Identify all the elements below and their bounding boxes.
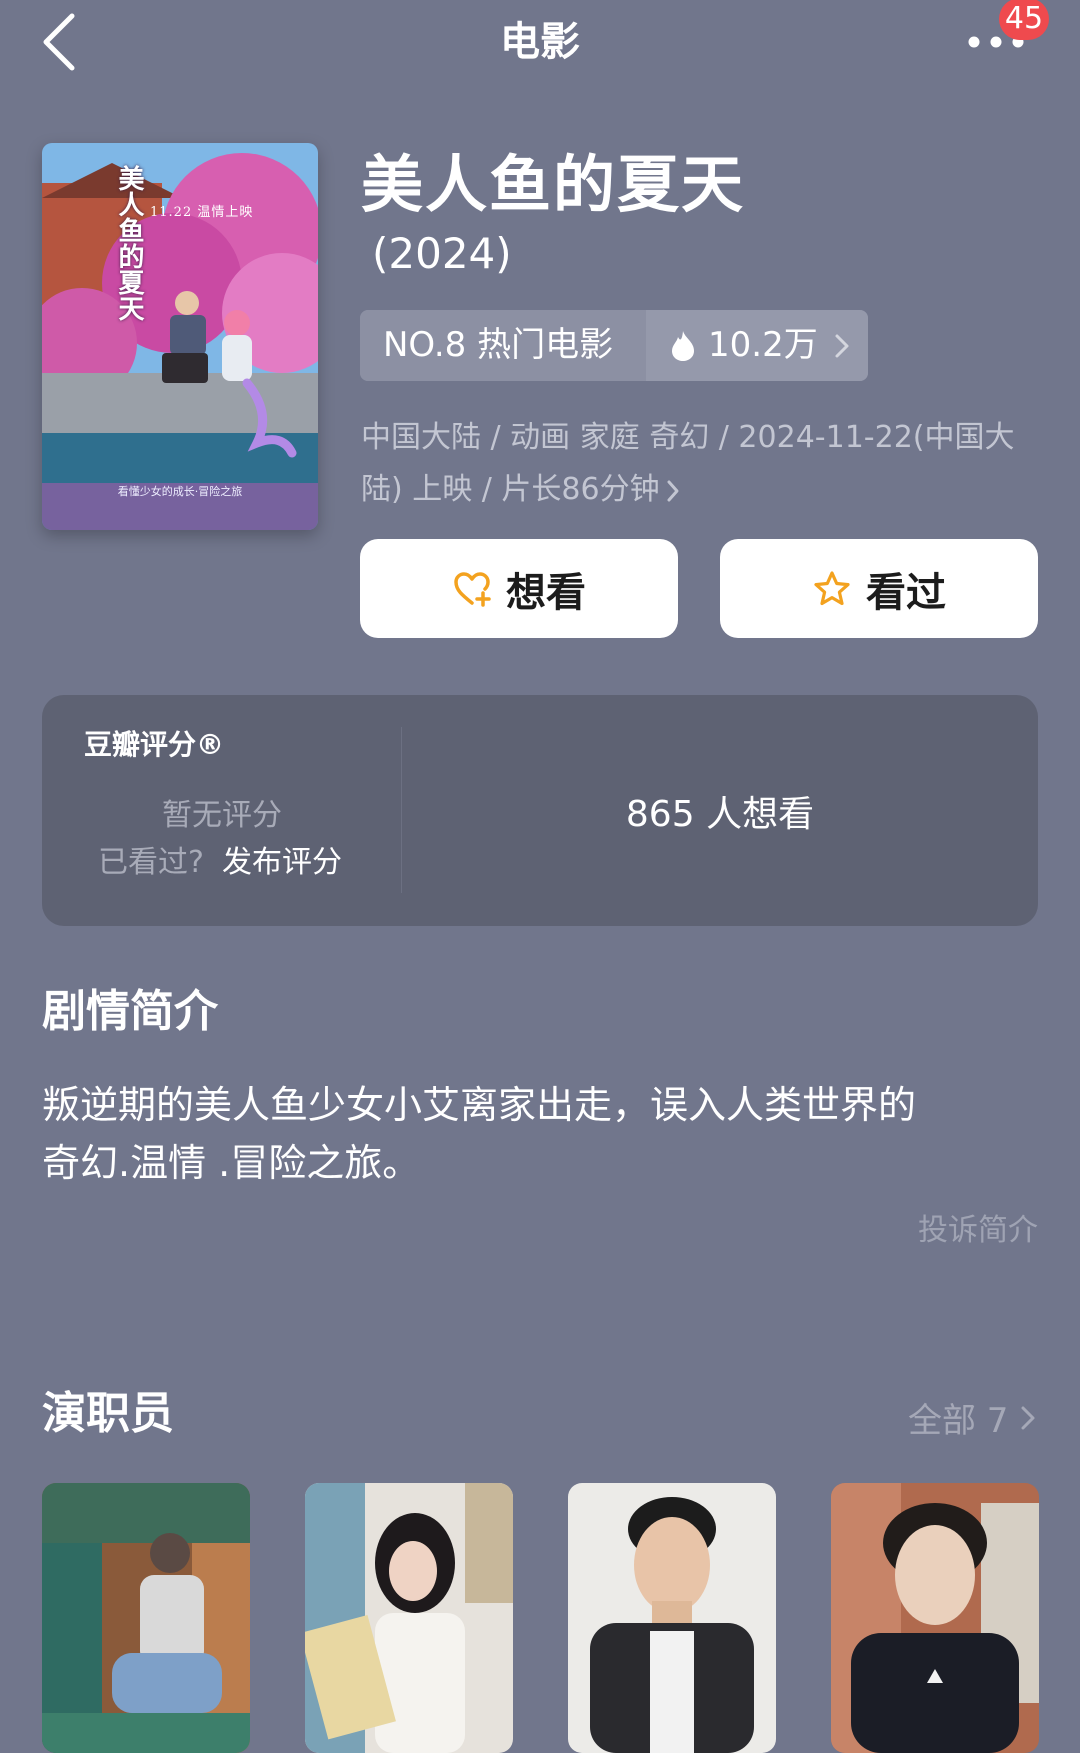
rank-label: NO.8 热门电影: [360, 310, 646, 381]
want-to-watch-button[interactable]: 想看: [360, 539, 678, 638]
chevron-right-icon: [667, 480, 679, 501]
movie-poster[interactable]: 美人鱼的夏天 11.22 温情上映 看懂少女的成长·冒险之旅: [42, 143, 318, 530]
synopsis-line-1: 叛逆期的美人鱼少女小艾离家出走，误入人类世界的: [42, 1083, 917, 1127]
watched-button[interactable]: 看过: [720, 539, 1038, 638]
star-icon: [814, 570, 850, 605]
cast-photo: [568, 1483, 776, 1753]
cast-photo: [42, 1483, 250, 1753]
fire-icon: [672, 331, 694, 361]
meta-line-2: 陆) 上映 / 片长86分钟: [361, 472, 660, 507]
watched-label: 看过: [866, 569, 946, 616]
report-synopsis-link[interactable]: 投诉简介: [900, 1205, 1038, 1249]
rating-card: 豆瓣评分® 暂无评分 已看过? 发布评分 865 人想看: [42, 695, 1038, 926]
chevron-right-icon: [1021, 1406, 1035, 1429]
cast-photo: [831, 1483, 1039, 1753]
cast-all-label: 全部 7: [908, 1401, 1009, 1441]
cast-photo: [305, 1483, 513, 1753]
cast-view-all-link[interactable]: 全部 7: [908, 1393, 1036, 1442]
heart-plus-icon: [454, 571, 491, 607]
poster-title-text: 美人鱼的夏天: [114, 165, 144, 321]
heat-indicator[interactable]: 10.2万: [646, 310, 868, 381]
meta-line-2-wrap: 陆) 上映 / 片长86分钟: [361, 464, 1041, 516]
cast-card[interactable]: [568, 1483, 776, 1753]
poster-tagline: 看懂少女的成长·冒险之旅: [117, 485, 243, 498]
no-rating-text: 暂无评分: [162, 798, 282, 833]
page-title: 电影: [500, 19, 580, 65]
chevron-right-icon: [835, 334, 849, 358]
want-to-watch-label: 想看: [506, 569, 586, 616]
heat-value: 10.2万: [708, 325, 818, 365]
meta-line-1: 中国大陆 / 动画 家庭 奇幻 / 2024-11-22(中国大: [361, 420, 1015, 455]
cast-card[interactable]: [831, 1483, 1039, 1753]
cast-title: 演职员: [42, 1388, 174, 1439]
synopsis-title: 剧情简介: [42, 986, 218, 1037]
publish-rating-link[interactable]: 发布评分: [222, 837, 342, 881]
synopsis-text: 叛逆期的美人鱼少女小艾离家出走，误入人类世界的 奇幻.温情 .冒险之旅。: [42, 1076, 1042, 1192]
cast-card[interactable]: [305, 1483, 513, 1753]
douban-rating-label: 豆瓣评分®: [84, 728, 225, 761]
movie-title: 美人鱼的夏天: [361, 148, 746, 221]
want-count: 865 人想看: [625, 794, 815, 835]
movie-year: (2024): [372, 229, 512, 278]
movie-meta[interactable]: 中国大陆 / 动画 家庭 奇幻 / 2024-11-22(中国大 陆) 上映 /…: [361, 412, 1041, 516]
seen-question-text: 已看过?: [98, 845, 204, 880]
notification-badge: 45: [999, 0, 1049, 40]
cast-card[interactable]: [42, 1483, 250, 1753]
rank-pill[interactable]: NO.8 热门电影 10.2万: [360, 310, 868, 381]
synopsis-line-2: 奇幻.温情 .冒险之旅。: [42, 1141, 421, 1185]
poster-release-text: 11.22 温情上映: [150, 205, 254, 220]
